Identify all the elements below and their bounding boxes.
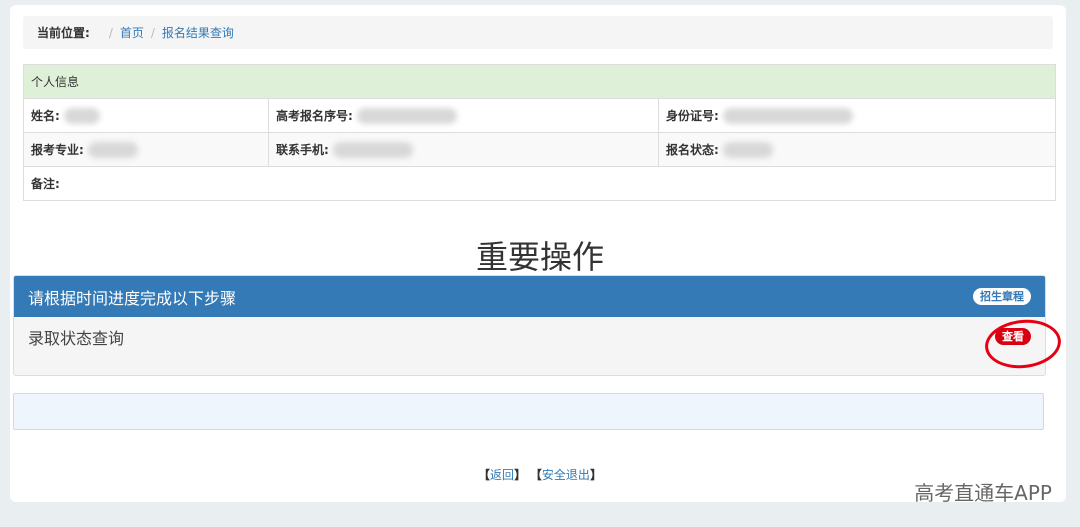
breadcrumb: 当前位置: / 首页 / 报名结果查询 <box>23 16 1053 49</box>
info-bar <box>13 393 1044 430</box>
phone-cell: 联系手机: <box>269 133 659 166</box>
breadcrumb-home-link[interactable]: 首页 <box>120 24 144 41</box>
admission-rules-badge[interactable]: 招生章程 <box>973 288 1031 305</box>
phone-label: 联系手机: <box>276 143 329 157</box>
watermark: 高考直通车APP <box>914 481 1052 505</box>
steps-panel-title: 请根据时间进度完成以下步骤 <box>28 288 237 308</box>
admission-status-label: 录取状态查询 <box>28 329 125 348</box>
status-cell: 报名状态: <box>659 133 1055 166</box>
phone-redacted <box>332 141 413 158</box>
reg-no-cell: 高考报名序号: <box>269 99 659 132</box>
id-cell: 身份证号: <box>659 99 1055 132</box>
remark-label: 备注: <box>31 177 60 191</box>
steps-panel-header: 请根据时间进度完成以下步骤 招生章程 <box>14 276 1045 317</box>
bracket: 【 <box>478 468 491 482</box>
name-redacted <box>63 107 100 124</box>
section-title: 重要操作 <box>475 238 604 276</box>
breadcrumb-separator: / <box>150 25 155 40</box>
personal-info-table: 个人信息 姓名: 高考报名序号: 身份证号: 报考专业: 联系手机: 报名状态:… <box>23 64 1056 201</box>
id-redacted <box>722 107 853 124</box>
back-link[interactable]: 返回 <box>490 468 514 482</box>
status-label: 报名状态: <box>666 143 719 157</box>
bracket: 】 <box>514 468 527 482</box>
name-label: 姓名: <box>31 109 60 123</box>
reg-no-label: 高考报名序号: <box>276 109 353 123</box>
breadcrumb-separator: / <box>108 25 113 40</box>
info-row: 报考专业: 联系手机: 报名状态: <box>24 133 1055 167</box>
info-row: 备注: <box>24 167 1055 200</box>
steps-panel: 请根据时间进度完成以下步骤 招生章程 录取状态查询 查看 <box>13 275 1046 376</box>
name-cell: 姓名: <box>24 99 269 132</box>
info-row: 姓名: 高考报名序号: 身份证号: <box>24 99 1055 133</box>
status-redacted <box>722 141 773 158</box>
major-label: 报考专业: <box>31 143 84 157</box>
logout-link[interactable]: 安全退出 <box>542 468 590 482</box>
major-redacted <box>87 141 138 158</box>
bracket: 】 <box>589 468 602 482</box>
bracket: 【 <box>529 468 542 482</box>
personal-info-header: 个人信息 <box>24 65 1055 99</box>
reg-no-redacted <box>356 107 457 124</box>
id-label: 身份证号: <box>666 109 719 123</box>
breadcrumb-current-link[interactable]: 报名结果查询 <box>162 24 234 41</box>
remark-cell: 备注: <box>24 167 1055 200</box>
steps-panel-body: 录取状态查询 查看 <box>14 317 1045 349</box>
major-cell: 报考专业: <box>24 133 269 166</box>
breadcrumb-label: 当前位置: <box>37 26 90 40</box>
